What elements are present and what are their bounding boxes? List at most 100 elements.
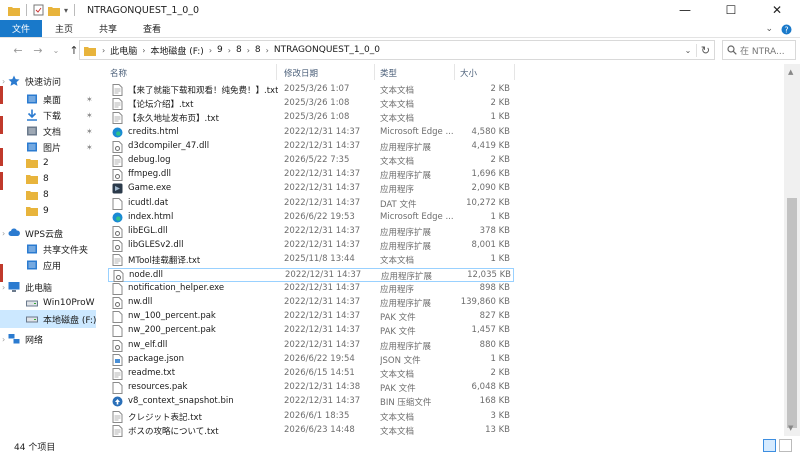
nav-item-label: 网络 [25, 335, 44, 346]
maximize-button[interactable]: ☐ [708, 0, 754, 20]
forward-arrow-icon[interactable]: → [30, 44, 46, 57]
file-name: readme.txt [128, 368, 176, 378]
breadcrumb-this-pc[interactable]: 此电脑 [110, 44, 137, 57]
chevron-right-icon[interactable]: › [266, 46, 269, 55]
blank-file-icon [112, 325, 123, 338]
file-type: Microsoft Edge ... [380, 126, 454, 137]
file-list-pane: 名称 修改日期 类型 大小 【来了就能下载和观看！纯免费！】.txt 2025/3… [104, 64, 784, 437]
chevron-right-icon[interactable]: › [228, 46, 231, 55]
nav-item-label: WPS云盘 [25, 229, 64, 240]
scroll-up-icon[interactable]: ▲ [788, 68, 793, 76]
file-row[interactable]: 【永久地址发布页】.txt 2025/3/26 1:08 文本文档 1 KB [108, 111, 514, 125]
file-row[interactable]: readme.txt 2026/6/15 14:51 文本文档 2 KB [108, 367, 514, 381]
back-arrow-icon[interactable]: ← [10, 44, 26, 57]
properties-icon[interactable] [33, 4, 44, 16]
folder-icon [8, 6, 20, 16]
chevron-right-icon[interactable]: › [142, 46, 145, 55]
file-row[interactable]: 【来了就能下载和观看！纯免费！】.txt 2025/3/26 1:07 文本文档 2 … [108, 83, 514, 97]
file-row[interactable]: notification_helper.exe 2022/12/31 14:37 应… [108, 282, 514, 296]
refresh-icon[interactable]: ↻ [696, 43, 714, 57]
close-button[interactable]: ✕ [754, 0, 800, 20]
tab-view[interactable]: 查看 [130, 20, 174, 37]
file-row[interactable]: libGLESv2.dll 2022/12/31 14:37 应用程序扩展 8,001… [108, 239, 514, 253]
file-row[interactable]: nw_elf.dll 2022/12/31 14:37 应用程序扩展 880 KB [108, 339, 514, 353]
minimize-button[interactable]: — [662, 0, 708, 20]
address-dropdown-icon[interactable]: ⌄ [680, 46, 696, 55]
tab-file[interactable]: 文件 [0, 20, 43, 37]
file-row[interactable]: resources.pak 2022/12/31 14:38 PAK 文件 6,048… [108, 381, 514, 395]
quick-access-dropdown-icon[interactable]: ▾ [64, 6, 68, 15]
file-row[interactable]: libEGL.dll 2022/12/31 14:37 应用程序扩展 378 KB [108, 225, 514, 239]
chevron-right-icon[interactable]: › [209, 46, 212, 55]
recent-locations-icon[interactable]: ⌄ [48, 46, 64, 55]
new-folder-icon[interactable] [48, 5, 60, 16]
file-row[interactable]: nw_200_percent.pak 2022/12/31 14:37 PAK 文件… [108, 324, 514, 338]
column-header-type[interactable]: 类型 [380, 67, 397, 79]
nav-item[interactable]: 9 [0, 202, 96, 220]
search-box[interactable]: 在 NTRA... [722, 40, 796, 60]
large-icons-view-icon[interactable] [779, 439, 792, 452]
nav-item[interactable]: › 快速访问 [0, 72, 96, 90]
breadcrumb-local-disk[interactable]: 本地磁盘 (F:) [150, 44, 203, 57]
shared-folder-icon [26, 243, 38, 255]
breadcrumb-folder-9[interactable]: 9 [217, 45, 223, 55]
scroll-down-icon[interactable]: ▼ [788, 424, 793, 432]
nav-item[interactable]: 本地磁盘 (F:) [0, 310, 96, 328]
column-divider[interactable] [514, 64, 515, 80]
file-row[interactable]: nw_100_percent.pak 2022/12/31 14:37 PAK 文件… [108, 310, 514, 324]
nav-item[interactable]: › 网络 [0, 330, 96, 348]
file-date: 2026/6/15 14:51 [284, 368, 355, 378]
expand-chevron-icon[interactable]: › [2, 335, 5, 344]
file-row[interactable]: 【论坛介绍】.txt 2025/3/26 1:08 文本文档 2 KB [108, 97, 514, 111]
text-file-icon [112, 155, 123, 167]
file-date: 2026/5/22 7:35 [284, 155, 350, 165]
column-divider[interactable] [454, 64, 455, 80]
file-size: 1 KB [490, 112, 510, 123]
file-type: 应用程序扩展 [380, 299, 432, 309]
file-row[interactable]: クレジット表記.txt 2026/6/1 18:35 文本文档 3 KB [108, 410, 514, 424]
breadcrumb-folder-8a[interactable]: 8 [236, 45, 242, 55]
text-file-icon [112, 84, 123, 96]
file-type: 应用程序扩展 [380, 142, 432, 153]
file-row[interactable]: nw.dll 2022/12/31 14:37 应用程序扩展 139,860 KB [108, 296, 514, 310]
nav-item-label: 8 [43, 190, 49, 200]
chevron-right-icon[interactable]: › [102, 46, 105, 55]
vertical-scrollbar[interactable]: ▲ ▼ [784, 64, 800, 436]
column-header-size[interactable]: 大小 [460, 67, 477, 79]
expand-chevron-icon[interactable]: › [2, 229, 5, 238]
address-bar[interactable]: › 此电脑 › 本地磁盘 (F:) › 9 › 8 › 8 › NTRAGONQ… [79, 40, 715, 60]
file-row[interactable]: Game.exe 2022/12/31 14:37 应用程序 2,090 KB [108, 182, 514, 196]
file-name: nw_100_percent.pak [128, 311, 216, 322]
file-row[interactable]: ffmpeg.dll 2022/12/31 14:37 应用程序扩展 1,696 KB [108, 168, 514, 182]
breadcrumb-current[interactable]: NTRAGONQUEST_1_0_0 [274, 45, 380, 55]
file-row[interactable]: node.dll 2022/12/31 14:37 应用程序扩展 12,035 KB [108, 267, 514, 282]
tab-home[interactable]: 主页 [42, 20, 86, 37]
file-row[interactable]: index.html 2026/6/22 19:53 Microsoft Edge … [108, 211, 514, 225]
details-view-icon[interactable] [763, 439, 776, 452]
file-row[interactable]: d3dcompiler_47.dll 2022/12/31 14:37 应用程序扩展… [108, 140, 514, 154]
column-header-date[interactable]: 修改日期 [284, 67, 318, 79]
file-row[interactable]: icudtl.dat 2022/12/31 14:37 DAT 文件 10,272 K… [108, 197, 514, 211]
dll-icon [112, 169, 123, 182]
expand-chevron-icon[interactable]: › [2, 283, 5, 292]
scrollbar-thumb[interactable] [787, 198, 797, 428]
breadcrumb-folder-8b[interactable]: 8 [255, 45, 261, 55]
status-bar: 44 个项目 [0, 436, 800, 456]
chevron-down-icon[interactable]: ⌄ [765, 24, 773, 34]
tab-share[interactable]: 共享 [86, 20, 130, 37]
file-row[interactable]: credits.html 2022/12/31 14:37 Microsoft Ed… [108, 126, 514, 140]
chevron-right-icon[interactable]: › [247, 46, 250, 55]
file-row[interactable]: v8_context_snapshot.bin 2022/12/31 14:37 B… [108, 395, 514, 409]
help-icon[interactable]: ? [781, 24, 792, 35]
nav-item[interactable]: 应用 [0, 256, 96, 274]
file-row[interactable]: package.json 2026/6/22 19:54 JSON 文件 1 KB [108, 353, 514, 367]
file-row[interactable]: debug.log 2026/5/22 7:35 文本文档 2 KB [108, 154, 514, 168]
file-type: Microsoft Edge ... [380, 211, 454, 222]
column-divider[interactable] [276, 64, 277, 80]
file-size: 4,419 KB [471, 140, 510, 151]
column-divider[interactable] [374, 64, 375, 80]
expand-chevron-icon[interactable]: › [2, 77, 5, 86]
column-header-name[interactable]: 名称 [110, 67, 127, 79]
file-date: 2022/12/31 14:37 [284, 311, 361, 322]
file-row[interactable]: MTool挂载翻译.txt 2025/11/8 13:44 文本文档 1 KB [108, 253, 514, 267]
